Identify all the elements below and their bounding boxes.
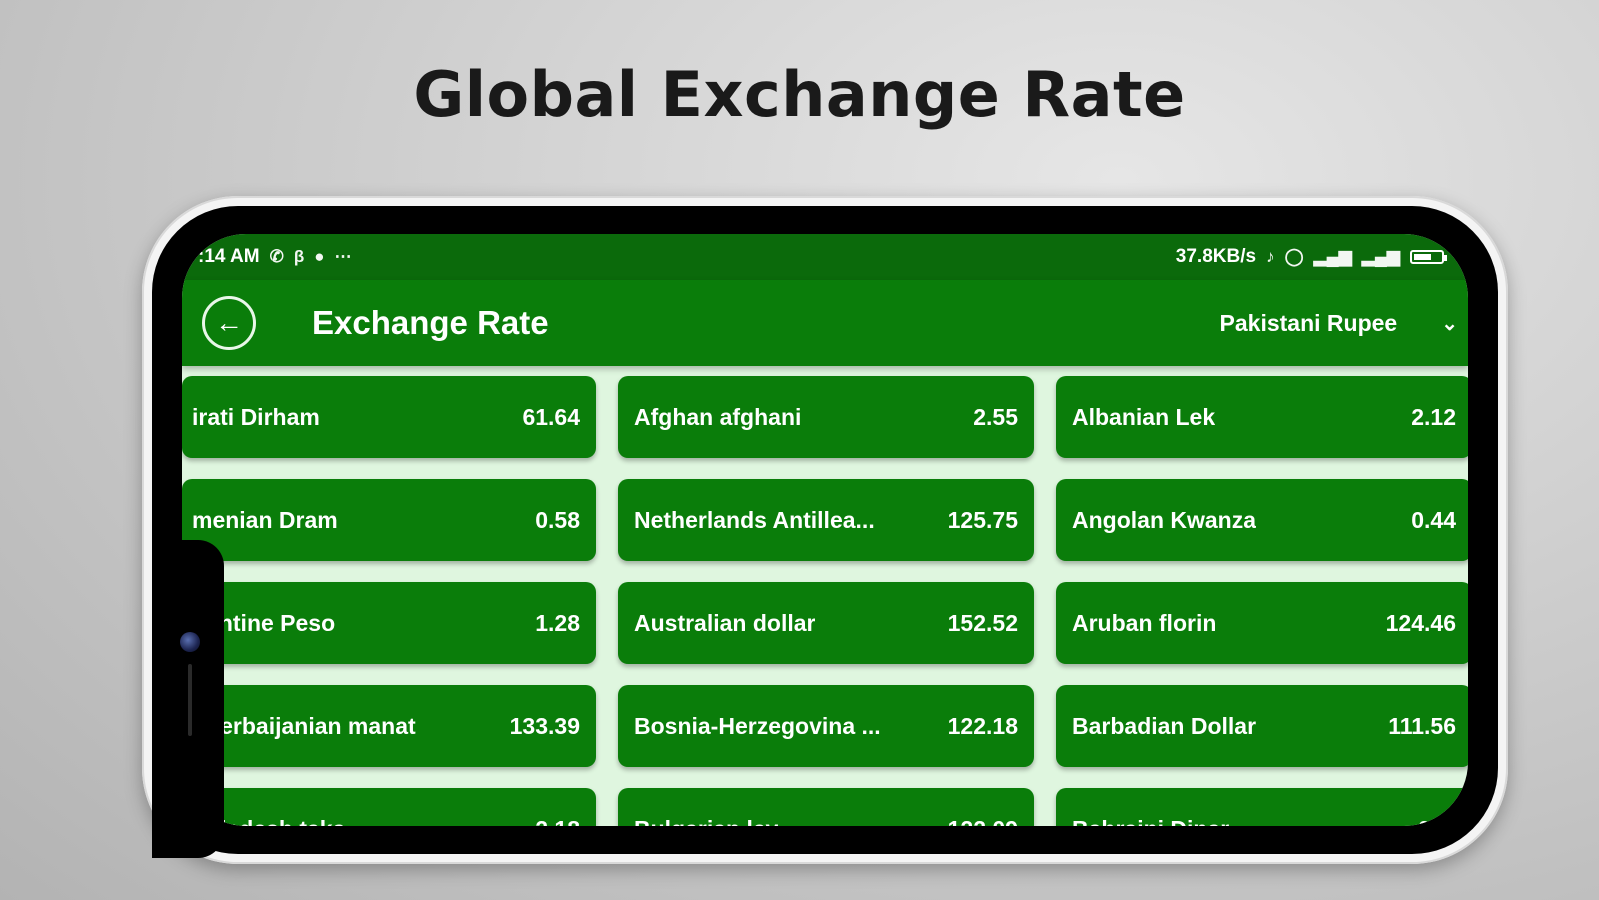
rate-value: 1.28 [535, 609, 580, 636]
page-headline: Global Exchange Rate [413, 58, 1186, 131]
currency-name: Bosnia-Herzegovina ... [634, 712, 881, 739]
battery-icon [1410, 250, 1447, 264]
rate-card[interactable]: gentine Peso 1.28 [182, 582, 596, 664]
rate-card[interactable]: Bahraini Dinar 609 [1056, 788, 1468, 826]
rates-grid: irati Dirham 61.64 Afghan afghani 2.55 Alb… [182, 376, 1468, 826]
phone-bezel: :14 AM ✆ β ● ⋯ 37.8KB/s ♪ ◯ ▂▄▆ ▂▄▆ ← Ex… [152, 206, 1498, 858]
rate-card[interactable]: Barbadian Dollar 111.56 [1056, 685, 1468, 767]
rate-value: 2.18 [535, 816, 580, 827]
alarm-icon: ◯ [1284, 247, 1304, 266]
currency-name: irati Dirham [192, 403, 320, 430]
back-button[interactable]: ← [202, 296, 256, 350]
chevron-down-icon: ⌄ [1441, 312, 1458, 335]
mute-icon: ♪ [1266, 247, 1275, 266]
currency-name: menian Dram [192, 506, 338, 533]
rate-value: 152.52 [947, 609, 1018, 636]
signal-2-icon: ▂▄▆ [1361, 247, 1400, 266]
rate-card[interactable]: Netherlands Antillea... 125.75 [618, 479, 1034, 561]
rate-card[interactable]: Afghan afghani 2.55 [618, 376, 1034, 458]
currency-name: Netherlands Antillea... [634, 506, 875, 533]
rate-value: 2.12 [1411, 403, 1456, 430]
rate-card[interactable]: ngladesh taka2.18 [182, 788, 596, 826]
currency-name: Barbadian Dollar [1072, 712, 1257, 739]
phone-frame: :14 AM ✆ β ● ⋯ 37.8KB/s ♪ ◯ ▂▄▆ ▂▄▆ ← Ex… [142, 196, 1508, 864]
rate-value: 0.44 [1411, 506, 1456, 533]
rate-value: 122.09 [948, 816, 1018, 827]
currency-selected: Pakistani Rupee [1219, 309, 1398, 336]
currency-name: Bahraini Dinar [1072, 816, 1229, 827]
rate-card[interactable]: menian Dram 0.58 [182, 479, 596, 561]
camera-notch [152, 540, 224, 858]
front-camera-icon [180, 632, 200, 652]
rate-value: 133.39 [509, 712, 580, 739]
chat-icon: ● [314, 247, 325, 266]
rate-card[interactable]: Australian dollar 152.52 [618, 582, 1034, 664]
currency-name: Angolan Kwanza [1072, 506, 1257, 533]
rate-value: 609 [1418, 816, 1456, 827]
more-icon: ⋯ [334, 247, 352, 266]
rate-card[interactable]: irati Dirham 61.64 [182, 376, 596, 458]
signal-icon: ▂▄▆ [1313, 247, 1352, 266]
rate-card[interactable]: Azerbaijanian manat 133.39 [182, 685, 596, 767]
sensor-slot [188, 664, 192, 736]
rate-card[interactable]: Bosnia-Herzegovina ... 122.18 [618, 685, 1034, 767]
rate-value: 124.46 [1385, 609, 1456, 636]
currency-name: Australian dollar [634, 609, 816, 636]
rate-value: 61.64 [522, 403, 580, 430]
rate-card[interactable]: Albanian Lek 2.12 [1056, 376, 1468, 458]
rate-value: 125.75 [947, 506, 1018, 533]
rate-card[interactable]: Aruban florin 124.46 [1056, 582, 1468, 664]
currency-name: Azerbaijanian manat [192, 712, 416, 739]
rate-value: 122.18 [947, 712, 1018, 739]
currency-name: Bulgarian lev [634, 816, 778, 827]
rate-value: 0.58 [535, 506, 580, 533]
phone-screen: :14 AM ✆ β ● ⋯ 37.8KB/s ♪ ◯ ▂▄▆ ▂▄▆ ← Ex… [182, 234, 1468, 826]
rate-value: 111.56 [1388, 712, 1456, 739]
whatsapp-icon: ✆ [269, 247, 284, 266]
arrow-left-icon: ← [215, 307, 243, 338]
currency-name: Aruban florin [1072, 609, 1217, 636]
currency-name: Albanian Lek [1072, 403, 1216, 430]
rate-card[interactable]: Angolan Kwanza 0.44 [1056, 479, 1468, 561]
network-speed: 37.8KB/s [1175, 246, 1257, 267]
status-time: :14 AM [198, 246, 260, 267]
app-title: Exchange Rate [312, 304, 549, 341]
rate-value: 2.55 [973, 403, 1018, 430]
currency-name: Afghan afghani [634, 403, 802, 430]
currency-dropdown[interactable]: Pakistani Rupee ⌄ [1220, 310, 1458, 337]
status-bar: :14 AM ✆ β ● ⋯ 37.8KB/s ♪ ◯ ▂▄▆ ▂▄▆ [182, 234, 1468, 280]
app-bar: ← Exchange Rate Pakistani Rupee ⌄ [182, 280, 1468, 366]
notification-icon: β [293, 247, 305, 266]
rate-card[interactable]: Bulgarian lev 122.09 [618, 788, 1034, 826]
